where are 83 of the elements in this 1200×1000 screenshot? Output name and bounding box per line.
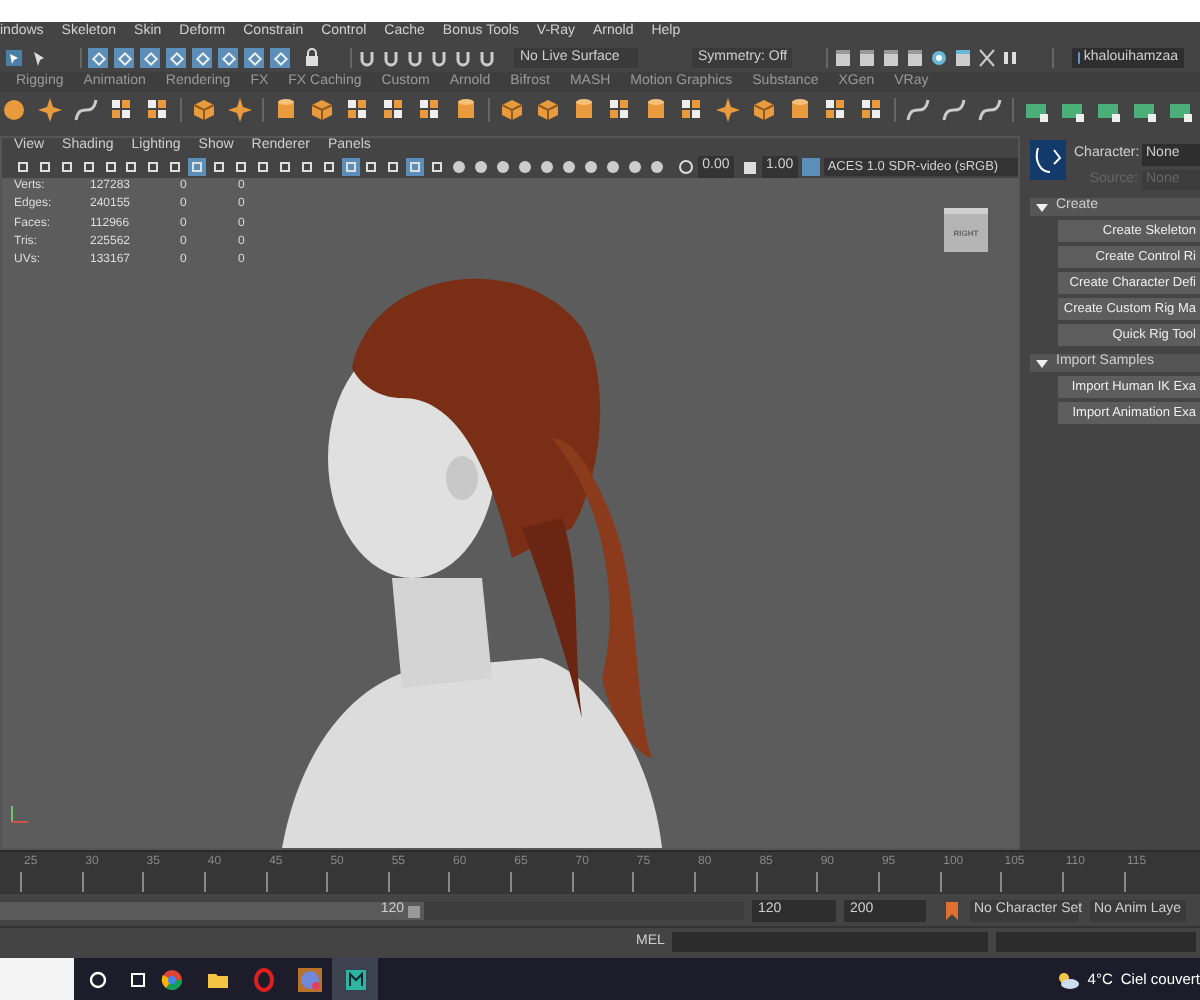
- task-view-icon[interactable]: [128, 969, 148, 989]
- grid-icon[interactable]: [606, 96, 634, 124]
- view-toggle[interactable]: [406, 158, 425, 176]
- curve-icon[interactable]: [940, 96, 968, 124]
- view-toggle[interactable]: [319, 158, 338, 176]
- cylinder-icon[interactable]: [272, 96, 300, 124]
- curve-icon[interactable]: [976, 96, 1004, 124]
- cube-icon[interactable]: [534, 96, 562, 124]
- ring-icon[interactable]: [251, 967, 275, 991]
- pause-icon[interactable]: [1002, 48, 1018, 68]
- curve-icon[interactable]: [904, 96, 932, 124]
- collapse-icon[interactable]: [1036, 203, 1048, 211]
- grid-icon[interactable]: [678, 96, 706, 124]
- snap-toggle[interactable]: [218, 48, 238, 68]
- grid-icon[interactable]: [380, 96, 408, 124]
- clapboard-icon[interactable]: [858, 48, 876, 68]
- view-toggle[interactable]: [275, 158, 294, 176]
- view-toggle[interactable]: [123, 158, 141, 176]
- snap-toggle[interactable]: [192, 48, 212, 68]
- view-toggle[interactable]: [297, 158, 316, 176]
- slider-handle[interactable]: [408, 905, 420, 917]
- view-toggle[interactable]: [210, 158, 229, 176]
- grid-icon[interactable]: [822, 96, 850, 124]
- cube-icon[interactable]: [308, 96, 336, 124]
- view-toggle[interactable]: [57, 158, 76, 176]
- view-toggle[interactable]: [166, 158, 185, 176]
- clapboard-icon[interactable]: [834, 48, 852, 68]
- humanik-logo-icon[interactable]: [1030, 140, 1066, 180]
- command-input-field[interactable]: [672, 932, 988, 952]
- view-toggle[interactable]: [14, 158, 32, 176]
- cylinder-icon[interactable]: [570, 96, 598, 124]
- color-manage-icon[interactable]: [801, 158, 820, 176]
- view-toggle[interactable]: [341, 158, 359, 176]
- snap-toggle[interactable]: [140, 48, 160, 68]
- snap-toggle[interactable]: [88, 48, 108, 68]
- view-toggle[interactable]: [363, 158, 381, 176]
- cloud-icon[interactable]: [1055, 969, 1080, 989]
- taskbar-app[interactable]: [332, 958, 378, 1000]
- app-icon[interactable]: [343, 967, 367, 991]
- select-icon[interactable]: [4, 48, 24, 68]
- cube-icon[interactable]: [190, 96, 218, 124]
- lock-icon[interactable]: [304, 48, 320, 68]
- sphere-icon[interactable]: [0, 96, 28, 124]
- view-toggle[interactable]: [144, 158, 163, 176]
- grid-icon[interactable]: [858, 96, 886, 124]
- view-toggle[interactable]: [35, 158, 54, 176]
- axis-icon[interactable]: [8, 802, 32, 826]
- star-icon[interactable]: [36, 96, 64, 124]
- collapse-icon[interactable]: [1036, 359, 1048, 367]
- cylinder-icon[interactable]: [786, 96, 814, 124]
- snap-toggle[interactable]: [244, 48, 264, 68]
- cube-icon[interactable]: [750, 96, 778, 124]
- clapboard-icon[interactable]: [906, 48, 924, 68]
- grid-icon[interactable]: [144, 96, 172, 124]
- grid-icon[interactable]: [416, 96, 444, 124]
- bookmark-icon[interactable]: [946, 902, 958, 920]
- clapboard-icon[interactable]: [882, 48, 900, 68]
- cube-icon[interactable]: [498, 96, 526, 124]
- view-toggle[interactable]: [79, 158, 98, 176]
- chat-icon[interactable]: [297, 967, 321, 991]
- render-icon[interactable]: [930, 48, 948, 68]
- cylinder-icon[interactable]: [642, 96, 670, 124]
- star-icon[interactable]: [226, 96, 254, 124]
- cortana-icon[interactable]: [88, 969, 108, 989]
- clapboard-icon[interactable]: [954, 48, 972, 68]
- view-toggle[interactable]: [384, 158, 403, 176]
- grid-icon[interactable]: [108, 96, 136, 124]
- star-icon[interactable]: [714, 96, 742, 124]
- view-toggle[interactable]: [232, 158, 250, 176]
- scissors-icon[interactable]: [978, 48, 996, 68]
- view-toggle[interactable]: [101, 158, 120, 176]
- view-toggle[interactable]: [253, 158, 272, 176]
- snap-toggle[interactable]: [114, 48, 134, 68]
- snap-toggle[interactable]: [270, 48, 290, 68]
- view-toggle[interactable]: [188, 158, 207, 176]
- curve-icon[interactable]: [72, 96, 100, 124]
- grid-icon[interactable]: [344, 96, 372, 124]
- aperture-icon[interactable]: [678, 158, 695, 176]
- view-toggle[interactable]: [428, 158, 447, 176]
- snap-toggle[interactable]: [166, 48, 186, 68]
- browser-icon[interactable]: [159, 967, 183, 991]
- gamma-icon[interactable]: [741, 158, 758, 176]
- cylinder-icon[interactable]: [452, 96, 480, 124]
